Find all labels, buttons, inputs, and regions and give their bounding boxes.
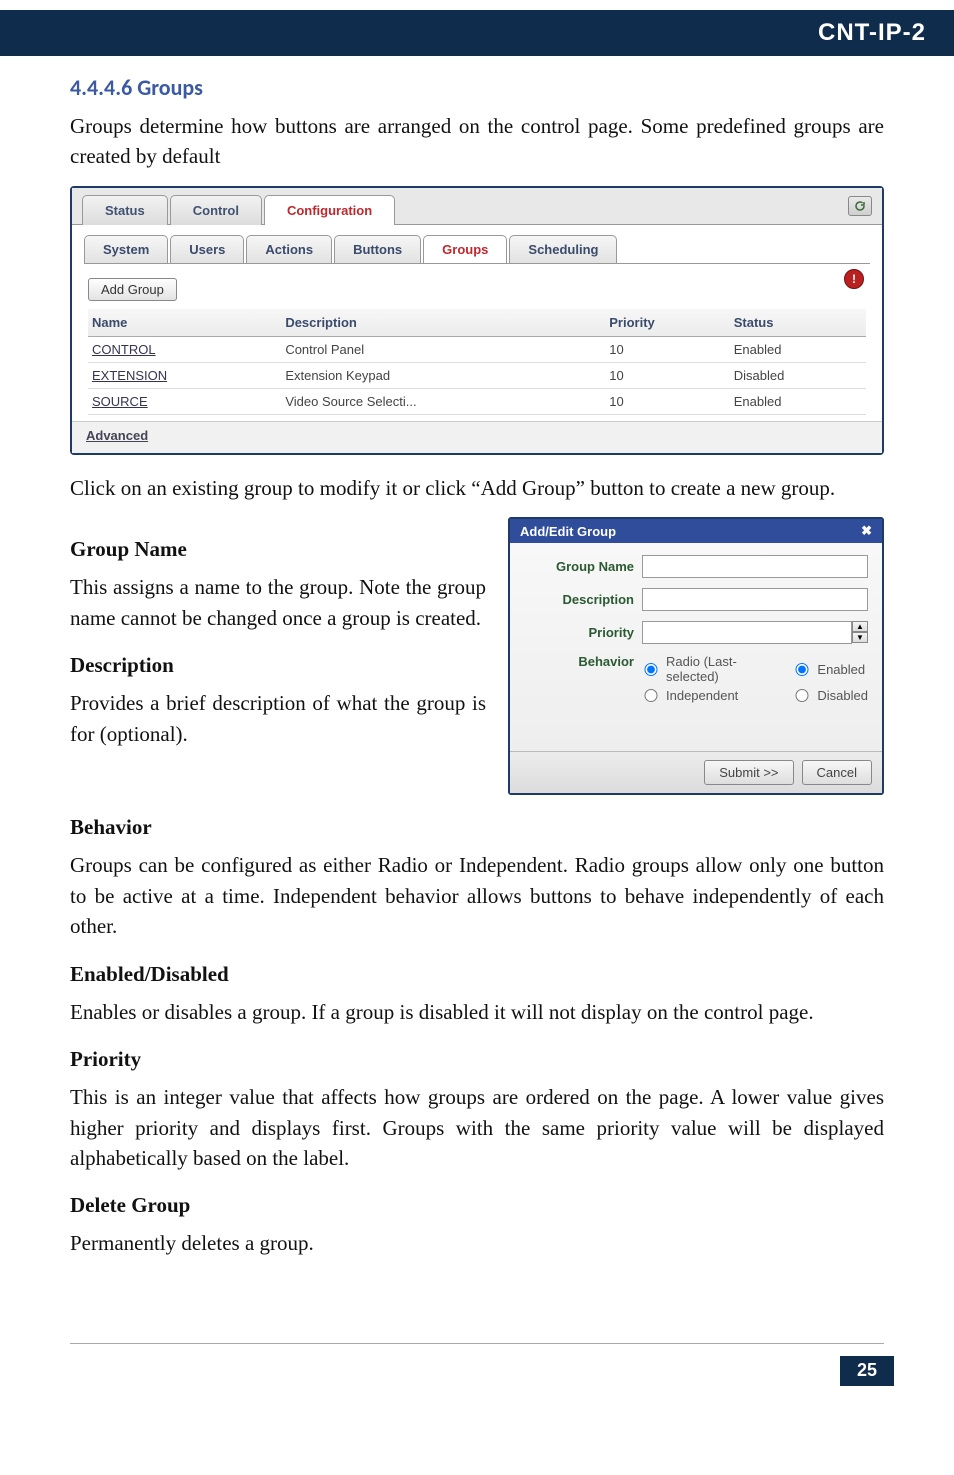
cell-desc: Control Panel (281, 336, 605, 362)
behavior-radio-grid: Radio (Last-selected) Enabled Independen… (642, 654, 868, 703)
radio-behavior-radio-label: Radio (Last-selected) (666, 654, 787, 684)
radio-enabled[interactable] (793, 663, 811, 676)
col-priority[interactable]: Priority (605, 309, 729, 337)
subtab-users[interactable]: Users (170, 235, 244, 263)
page-number: 25 (840, 1356, 894, 1386)
tab-configuration[interactable]: Configuration (264, 195, 395, 225)
add-group-button[interactable]: Add Group (88, 278, 177, 301)
cell-status: Disabled (730, 362, 866, 388)
cell-desc: Video Source Selecti... (281, 388, 605, 414)
config-panel: Status Control Configuration System User… (70, 186, 884, 455)
cell-priority: 10 (605, 388, 729, 414)
p-enabled: Enables or disables a group. If a group … (70, 997, 884, 1027)
submit-button[interactable]: Submit >> (704, 760, 793, 785)
radio-enabled-label: Enabled (817, 662, 868, 677)
cell-name[interactable]: SOURCE (88, 388, 281, 414)
input-description[interactable] (642, 588, 868, 611)
cell-name[interactable]: EXTENSION (88, 362, 281, 388)
product-band: CNT-IP-2 (0, 10, 954, 56)
p-group-name: This assigns a name to the group. Note t… (70, 572, 486, 633)
footer-divider (70, 1343, 884, 1344)
table-row[interactable]: CONTROL Control Panel 10 Enabled (88, 336, 866, 362)
h-delete: Delete Group (70, 1193, 884, 1218)
radio-disabled-label: Disabled (817, 688, 868, 703)
label-group-name: Group Name (524, 559, 642, 574)
p-priority: This is an integer value that affects ho… (70, 1082, 884, 1173)
click-hint: Click on an existing group to modify it … (70, 473, 884, 503)
col-description[interactable]: Description (281, 309, 605, 337)
refresh-icon (854, 200, 866, 212)
input-priority[interactable] (642, 621, 852, 644)
advanced-link[interactable]: Advanced (72, 421, 882, 453)
cell-desc: Extension Keypad (281, 362, 605, 388)
p-behavior: Groups can be configured as either Radio… (70, 850, 884, 941)
top-tab-row: Status Control Configuration (72, 188, 882, 225)
subtab-groups[interactable]: Groups (423, 235, 507, 263)
col-name[interactable]: Name (88, 309, 281, 337)
cell-status: Enabled (730, 388, 866, 414)
radio-behavior-independent[interactable] (642, 689, 660, 702)
groups-table: Name Description Priority Status CONTROL… (88, 309, 866, 415)
p-description: Provides a brief description of what the… (70, 688, 486, 749)
priority-step-down[interactable]: ▼ (852, 632, 868, 643)
p-delete: Permanently deletes a group. (70, 1228, 884, 1258)
product-name: CNT-IP-2 (818, 19, 926, 47)
table-row[interactable]: EXTENSION Extension Keypad 10 Disabled (88, 362, 866, 388)
intro-paragraph: Groups determine how buttons are arrange… (70, 111, 884, 172)
cell-priority: 10 (605, 362, 729, 388)
table-header-row: Name Description Priority Status (88, 309, 866, 337)
cell-name[interactable]: CONTROL (88, 336, 281, 362)
h-description: Description (70, 653, 486, 678)
radio-behavior-radio[interactable] (642, 663, 660, 676)
subtab-actions[interactable]: Actions (246, 235, 332, 263)
input-group-name[interactable] (642, 555, 868, 578)
table-row[interactable]: SOURCE Video Source Selecti... 10 Enable… (88, 388, 866, 414)
sub-tab-row: System Users Actions Buttons Groups Sche… (72, 225, 882, 263)
subtab-system[interactable]: System (84, 235, 168, 263)
cancel-button[interactable]: Cancel (802, 760, 872, 785)
label-behavior: Behavior (524, 654, 642, 669)
priority-step-up[interactable]: ▲ (852, 621, 868, 632)
cell-status: Enabled (730, 336, 866, 362)
dialog-close-icon[interactable]: ✖ (861, 523, 872, 539)
dialog-header: Add/Edit Group ✖ (510, 519, 882, 543)
radio-disabled[interactable] (793, 689, 811, 702)
h-group-name: Group Name (70, 537, 486, 562)
col-status[interactable]: Status (730, 309, 866, 337)
subtab-buttons[interactable]: Buttons (334, 235, 421, 263)
section-heading: 4.4.4.6 Groups (70, 74, 884, 101)
info-badge[interactable]: ! (844, 269, 864, 289)
dialog-title: Add/Edit Group (520, 524, 616, 539)
h-enabled: Enabled/Disabled (70, 962, 884, 987)
h-priority: Priority (70, 1047, 884, 1072)
label-description: Description (524, 592, 642, 607)
h-behavior: Behavior (70, 815, 884, 840)
tab-status[interactable]: Status (82, 195, 168, 225)
refresh-button[interactable] (848, 196, 872, 216)
add-edit-group-dialog: Add/Edit Group ✖ Group Name Description … (508, 517, 884, 795)
cell-priority: 10 (605, 336, 729, 362)
subtab-scheduling[interactable]: Scheduling (509, 235, 617, 263)
radio-behavior-independent-label: Independent (666, 688, 787, 703)
tab-control[interactable]: Control (170, 195, 262, 225)
label-priority: Priority (524, 625, 642, 640)
